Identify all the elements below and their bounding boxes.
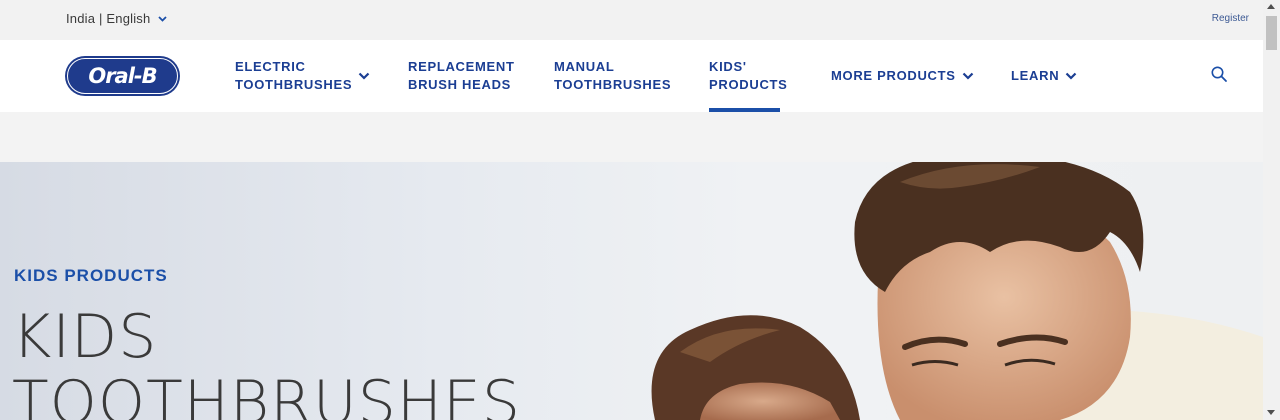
nav-more-products[interactable]: MORE PRODUCTS xyxy=(831,67,974,85)
oral-b-logo[interactable]: Oral-B xyxy=(65,56,180,96)
main-navigation: Oral-B ELECTRIC TOOTHBRUSHES REPLACEMENT… xyxy=(0,40,1263,112)
search-icon[interactable] xyxy=(1210,65,1228,83)
hero-headline: KIDS TOOTHBRUSHES xyxy=(12,302,521,420)
scroll-down-arrow-icon[interactable] xyxy=(1267,410,1275,415)
nav-replacement-brush-heads[interactable]: REPLACEMENT BRUSH HEADS xyxy=(408,58,515,94)
hero-banner: KIDS PRODUCTS KIDS TOOTHBRUSHES xyxy=(0,162,1263,420)
page-scrollbar[interactable] xyxy=(1263,0,1280,420)
nav-item-label: MORE PRODUCTS xyxy=(831,68,956,83)
nav-item-label: KIDS' PRODUCTS xyxy=(709,59,788,92)
nav-item-label: LEARN xyxy=(1011,68,1060,83)
logo-text: Oral-B xyxy=(88,64,157,88)
nav-kids-products[interactable]: KIDS' PRODUCTS xyxy=(709,58,788,94)
nav-learn[interactable]: LEARN xyxy=(1011,67,1077,85)
chevron-down-icon xyxy=(158,15,168,22)
chevron-down-icon xyxy=(1066,72,1077,80)
nav-item-label: REPLACEMENT BRUSH HEADS xyxy=(408,59,515,92)
top-utility-bar: India | English Register xyxy=(0,0,1263,40)
chevron-down-icon xyxy=(358,72,370,80)
locale-label: India | English xyxy=(66,11,151,26)
scroll-up-arrow-icon[interactable] xyxy=(1267,4,1275,9)
nav-electric-toothbrushes[interactable]: ELECTRIC TOOTHBRUSHES xyxy=(235,58,370,94)
locale-selector[interactable]: India | English xyxy=(66,11,168,26)
nav-item-label: MANUAL TOOTHBRUSHES xyxy=(554,59,672,92)
nav-manual-toothbrushes[interactable]: MANUAL TOOTHBRUSHES xyxy=(554,58,671,94)
scrollbar-thumb[interactable] xyxy=(1266,16,1277,50)
register-link[interactable]: Register xyxy=(1212,13,1249,24)
nav-item-label: ELECTRIC TOOTHBRUSHES xyxy=(235,59,353,92)
chevron-down-icon xyxy=(962,72,973,80)
nav-spacer xyxy=(0,112,1263,162)
hero-eyebrow: KIDS PRODUCTS xyxy=(14,266,168,285)
